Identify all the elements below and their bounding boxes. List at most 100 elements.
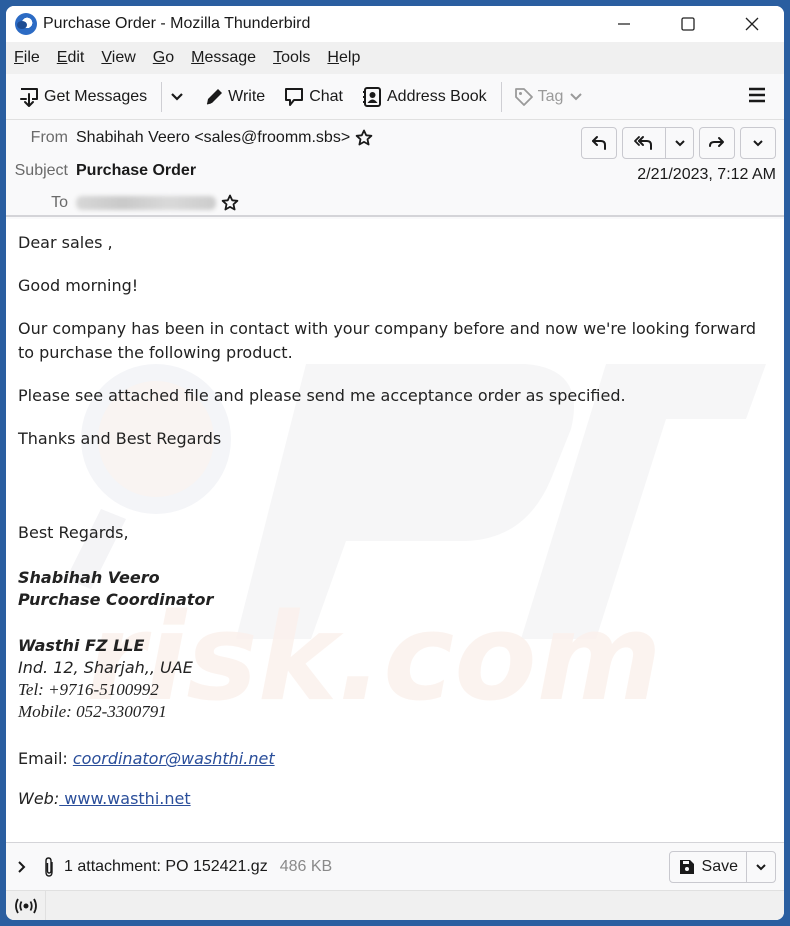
- reply-button[interactable]: [581, 127, 617, 159]
- more-actions-button[interactable]: [740, 127, 776, 159]
- menu-edit[interactable]: Edit: [57, 49, 85, 67]
- maximize-icon: [681, 17, 695, 31]
- minimize-button[interactable]: [592, 6, 656, 42]
- email-link[interactable]: coordinator@washthi.net: [73, 749, 275, 768]
- message-body: risk.com Dear sales , Good morning! Our …: [6, 219, 784, 842]
- menu-help-accel: H: [327, 49, 339, 66]
- close-icon: [745, 17, 759, 31]
- company-name: Wasthi FZ LLE: [18, 636, 145, 655]
- greeting: Dear sales ,: [18, 233, 113, 252]
- broadcast-online-icon: [14, 898, 37, 913]
- web-label: Web:: [18, 789, 60, 808]
- menu-tools-accel: T: [273, 49, 282, 66]
- chevron-down-icon: [570, 92, 583, 100]
- message-content: Dear sales , Good morning! Our company h…: [6, 219, 784, 823]
- recipient-redacted: [76, 196, 216, 210]
- from-row: From Shabihah Veero <sales@froomm.sbs>: [6, 126, 373, 150]
- menu-message-label: essage: [204, 49, 257, 66]
- status-bar: [6, 890, 784, 920]
- company-address: Ind. 12, Sharjah,, UAE: [18, 658, 193, 677]
- chevron-down-icon: [171, 92, 183, 101]
- menu-message[interactable]: Message: [191, 49, 256, 67]
- save-label: Save: [701, 858, 738, 875]
- attachment-size: 486 KB: [279, 857, 333, 875]
- email-label: Email:: [18, 749, 73, 768]
- reply-all-main[interactable]: [623, 128, 665, 158]
- maximize-button[interactable]: [656, 6, 720, 42]
- reply-all-icon: [634, 136, 652, 150]
- address-book-icon: [363, 86, 381, 107]
- download-inbox-icon: [20, 87, 38, 107]
- toolbar-separator: [161, 81, 163, 112]
- signature-title: Purchase Coordinator: [18, 590, 214, 609]
- menu-help[interactable]: Help: [327, 49, 360, 67]
- message-date: 2/21/2023, 7:12 AM: [637, 166, 776, 183]
- to-row: To: [6, 191, 239, 215]
- minimize-icon: [618, 23, 630, 25]
- chat-button[interactable]: Chat: [279, 82, 347, 112]
- email-line: Email: coordinator@washthi.net: [18, 747, 772, 771]
- attachment-bar: 1 attachment: PO 152421.gz 486 KB Save: [6, 842, 784, 890]
- body-line: Good morning!: [18, 276, 139, 295]
- chevron-right-icon[interactable]: [16, 860, 28, 874]
- get-messages-button[interactable]: Get Messages: [14, 82, 151, 112]
- company-tel: Tel: +9716-5100992: [18, 680, 159, 699]
- menu-help-label: elp: [338, 49, 361, 66]
- menu-tools-label: ools: [281, 49, 311, 66]
- company-mobile: Mobile: 052-3300791: [18, 702, 167, 721]
- get-messages-label: Get Messages: [44, 87, 148, 105]
- main-toolbar: Get Messages Write Chat Address Book Tag: [6, 74, 784, 120]
- menu-file[interactable]: File: [14, 49, 40, 67]
- floppy-disk-icon: [679, 860, 694, 874]
- forward-button[interactable]: [699, 127, 735, 159]
- chat-bubble-icon: [285, 87, 304, 106]
- menu-file-accel: F: [14, 49, 24, 66]
- from-value[interactable]: Shabihah Veero <sales@froomm.sbs>: [76, 129, 350, 147]
- thunderbird-logo-icon: [15, 13, 37, 35]
- save-attachment-button[interactable]: Save: [668, 851, 776, 883]
- menu-view-label: iew: [111, 49, 136, 66]
- write-button[interactable]: Write: [200, 83, 269, 111]
- closing: Best Regards,: [18, 523, 129, 542]
- web-link[interactable]: www.wasthi.net: [59, 789, 190, 808]
- reply-all-button[interactable]: [622, 127, 694, 159]
- star-icon[interactable]: [221, 194, 239, 212]
- pencil-icon: [207, 88, 223, 104]
- address-book-button[interactable]: Address Book: [357, 82, 491, 112]
- menu-message-accel: M: [191, 49, 205, 66]
- body-line: Please see attached file and please send…: [18, 386, 626, 405]
- attachment-label[interactable]: 1 attachment: PO 152421.gz: [64, 858, 268, 876]
- subject-row: Subject Purchase Order: [6, 159, 196, 183]
- signature-name: Shabihah Veero: [18, 568, 160, 587]
- get-messages-dropdown[interactable]: [170, 92, 184, 102]
- online-status-button[interactable]: [6, 890, 46, 920]
- menu-go[interactable]: Go: [153, 49, 174, 67]
- body-line: Our company has been in contact with you…: [18, 319, 757, 362]
- close-button[interactable]: [720, 6, 784, 42]
- menu-view[interactable]: View: [101, 49, 135, 67]
- app-menu-button[interactable]: [748, 86, 766, 109]
- body-line: Thanks and Best Regards: [18, 429, 222, 448]
- paperclip-icon: [45, 856, 53, 877]
- menu-bar: File Edit View Go Message Tools Help: [6, 42, 784, 74]
- reply-all-dropdown[interactable]: [665, 128, 693, 158]
- menu-edit-label: dit: [67, 49, 85, 66]
- window-title: Purchase Order - Mozilla Thunderbird: [43, 15, 311, 32]
- forward-arrow-icon: [709, 137, 724, 147]
- hamburger-menu-icon: [749, 87, 765, 103]
- star-icon[interactable]: [355, 129, 373, 147]
- address-book-label: Address Book: [387, 87, 487, 105]
- chat-label: Chat: [309, 87, 343, 105]
- save-main[interactable]: Save: [670, 852, 746, 882]
- title-bar: Purchase Order - Mozilla Thunderbird: [6, 6, 784, 42]
- menu-edit-accel: E: [56, 49, 68, 66]
- menu-file-label: ile: [23, 49, 40, 66]
- menu-tools[interactable]: Tools: [273, 49, 310, 67]
- write-label: Write: [228, 87, 266, 105]
- subject-value: Purchase Order: [76, 162, 197, 179]
- tag-button[interactable]: Tag: [510, 83, 592, 111]
- from-label: From: [30, 129, 68, 146]
- tag-label: Tag: [537, 87, 564, 105]
- save-dropdown[interactable]: [747, 852, 775, 882]
- toolbar-separator: [500, 81, 502, 112]
